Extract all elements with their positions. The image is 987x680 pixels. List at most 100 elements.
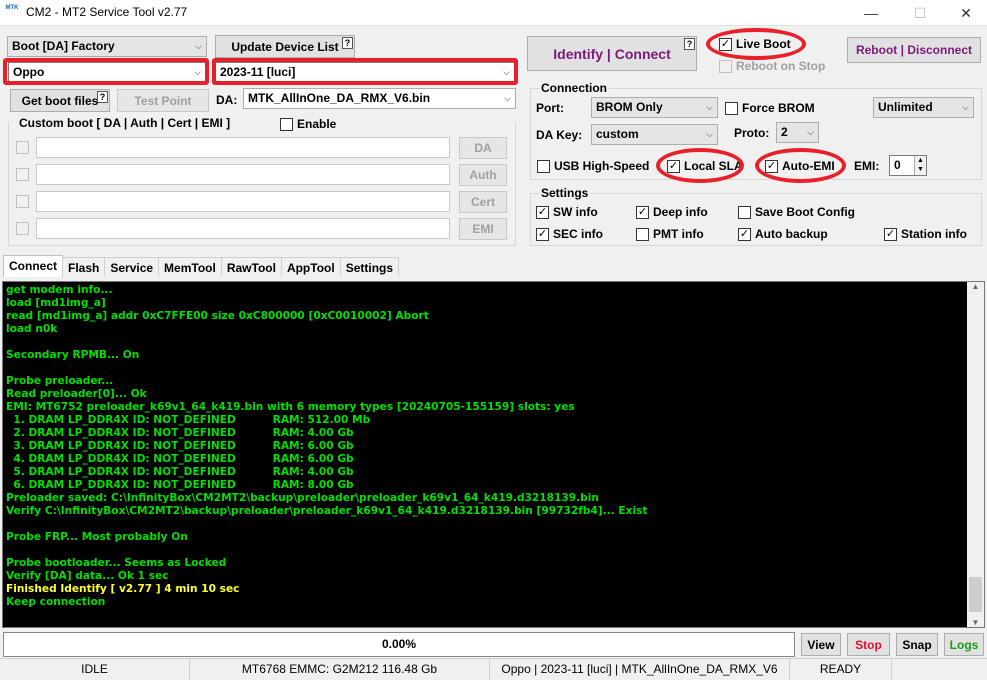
save-boot-config-label: Save Boot Config: [755, 205, 856, 219]
help-icon[interactable]: ?: [684, 38, 695, 50]
force-brom-checkbox[interactable]: Force BROM: [725, 101, 815, 115]
tab-settings[interactable]: Settings: [339, 257, 400, 276]
custom-cert-checkbox[interactable]: [16, 195, 33, 208]
deep-info-label: Deep info: [653, 205, 708, 219]
boot-mode-value: Boot [DA] Factory: [12, 39, 115, 53]
da-file-select[interactable]: MTK_AllInOne_DA_RMX_V6.bin ⌵: [243, 88, 516, 109]
help-icon[interactable]: ?: [97, 91, 108, 103]
get-boot-files-button[interactable]: Get boot files ?: [10, 89, 110, 112]
port-select[interactable]: BROM Only ⌵: [591, 97, 718, 118]
chevron-down-icon: ⌵: [706, 129, 713, 139]
maximize-button[interactable]: ☐: [897, 0, 943, 26]
log-scrollbar[interactable]: ▲ ▼: [967, 282, 984, 627]
status-state: IDLE: [0, 659, 190, 680]
custom-emi-checkbox[interactable]: [16, 222, 33, 235]
minimize-button[interactable]: —: [848, 0, 894, 26]
custom-da-field[interactable]: [36, 137, 450, 158]
port-value: BROM Only: [596, 100, 663, 114]
da-key-select[interactable]: custom ⌵: [591, 124, 718, 145]
auto-emi-label: Auto-EMI: [782, 159, 835, 173]
pmt-info-label: PMT info: [653, 227, 704, 241]
chevron-down-icon: ⌵: [503, 67, 510, 77]
identify-connect-button[interactable]: Identify | Connect ?: [527, 36, 697, 71]
reboot-disconnect-button[interactable]: Reboot | Disconnect: [847, 37, 981, 63]
station-info-checkbox[interactable]: ✓ Station info: [884, 227, 967, 241]
custom-cert-button[interactable]: Cert: [459, 191, 507, 213]
sw-info-checkbox[interactable]: ✓ SW info: [536, 205, 598, 219]
speed-value: Unlimited: [878, 100, 933, 114]
reboot-on-stop-checkbox[interactable]: Reboot on Stop: [719, 59, 825, 73]
update-device-list-button[interactable]: Update Device List ?: [215, 35, 355, 58]
proto-select[interactable]: 2 ⌵: [776, 122, 819, 143]
log-line: Read preloader[0]... Ok: [6, 388, 147, 400]
deep-info-checkbox[interactable]: ✓ Deep info: [636, 205, 708, 219]
status-ready: READY: [790, 659, 892, 680]
live-boot-checkbox[interactable]: ✓ Live Boot: [719, 37, 791, 51]
test-point-button[interactable]: Test Point: [117, 89, 209, 112]
log-line: Probe preloader...: [6, 375, 114, 387]
custom-auth-checkbox[interactable]: [16, 168, 33, 181]
log-line: Probe FRP... Most probably On: [6, 531, 188, 543]
local-sla-checkbox[interactable]: ✓ Local SLA: [667, 159, 743, 173]
station-info-label: Station info: [901, 227, 967, 241]
log-line: Probe bootloader... Seems as Locked: [6, 557, 227, 569]
usb-high-speed-checkbox[interactable]: USB High-Speed: [537, 159, 649, 173]
view-button[interactable]: View: [801, 633, 841, 656]
test-point-label: Test Point: [134, 93, 192, 108]
log-console[interactable]: get modem info... load [md1img_a] read [md…: [2, 281, 985, 628]
save-boot-config-checkbox[interactable]: Save Boot Config: [738, 205, 855, 219]
speed-select[interactable]: Unlimited ⌵: [873, 97, 974, 118]
auto-emi-checkbox[interactable]: ✓ Auto-EMI: [765, 159, 835, 173]
sec-info-label: SEC info: [553, 227, 603, 241]
status-chip: MT6768 EMMC: G2M212 116.48 Gb: [190, 659, 490, 680]
log-line: load n0k: [6, 323, 58, 335]
brand-value: Oppo: [13, 65, 45, 79]
local-sla-label: Local SLA: [684, 159, 743, 173]
logs-button[interactable]: Logs: [944, 633, 984, 656]
chevron-down-icon: ⌵: [194, 67, 201, 77]
scroll-down-icon[interactable]: ▼: [967, 618, 984, 627]
brand-select[interactable]: Oppo ⌵: [8, 62, 206, 83]
log-line: Secondary RPMB... On: [6, 349, 140, 361]
log-line: Preloader saved: C:\InfinityBox\CM2MT2\b…: [6, 492, 599, 504]
identify-connect-label: Identify | Connect: [553, 45, 671, 62]
connection-title: Connection: [539, 81, 609, 95]
custom-emi-field[interactable]: [36, 218, 450, 239]
custom-auth-button[interactable]: Auth: [459, 164, 507, 186]
custom-cert-field[interactable]: [36, 191, 450, 212]
force-brom-label: Force BROM: [742, 101, 815, 115]
chevron-down-icon: ⌵: [504, 93, 511, 103]
custom-emi-button[interactable]: EMI: [459, 218, 507, 240]
custom-da-checkbox[interactable]: [16, 141, 33, 154]
custom-da-button[interactable]: DA: [459, 137, 507, 159]
auto-backup-checkbox[interactable]: ✓ Auto backup: [738, 227, 828, 241]
main-tabs: Connect Flash Service MemTool RawTool Ap…: [3, 255, 400, 277]
close-button[interactable]: ✕: [943, 0, 987, 26]
status-device: Oppo | 2023-11 [luci] | MTK_AllInOne_DA_…: [490, 659, 790, 680]
emi-spinner[interactable]: 0 ▲ ▼: [889, 155, 927, 176]
scroll-up-icon[interactable]: ▲: [967, 282, 984, 291]
boot-mode-select[interactable]: Boot [DA] Factory ⌵: [7, 36, 207, 57]
snap-button[interactable]: Snap: [896, 633, 938, 656]
enable-label: Enable: [297, 117, 337, 131]
log-line: EMI: MT6752 preloader_k69v1_64_k419.bin …: [6, 401, 575, 413]
tab-apptool[interactable]: AppTool: [280, 257, 341, 276]
help-icon[interactable]: ?: [342, 37, 353, 49]
custom-auth-field[interactable]: [36, 164, 450, 185]
tab-flash[interactable]: Flash: [62, 257, 106, 276]
tab-connect[interactable]: Connect: [3, 255, 63, 277]
sec-info-checkbox[interactable]: ✓ SEC info: [536, 227, 603, 241]
tab-service[interactable]: Service: [104, 257, 160, 276]
da-label: DA:: [216, 93, 238, 107]
progress-bar: 0.00%: [3, 632, 795, 657]
pmt-info-checkbox[interactable]: PMT info: [636, 227, 704, 241]
log-line: 5. DRAM LP_DDR4X ID: NOT_DEFINED RAM: 4.…: [6, 466, 354, 478]
tab-memtool[interactable]: MemTool: [158, 257, 222, 276]
stop-button[interactable]: Stop: [847, 633, 890, 656]
spinner-arrows-icon[interactable]: ▲ ▼: [914, 156, 926, 175]
tab-rawtool[interactable]: RawTool: [220, 257, 282, 276]
model-select[interactable]: 2023-11 [luci] ⌵: [215, 62, 515, 83]
scrollbar-thumb[interactable]: [969, 577, 982, 612]
enable-checkbox[interactable]: Enable: [280, 117, 336, 131]
